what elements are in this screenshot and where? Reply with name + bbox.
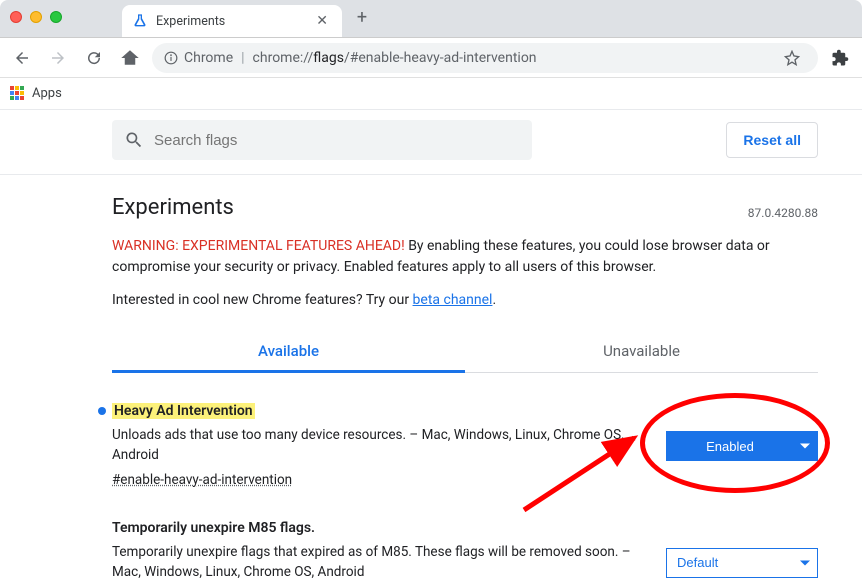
- beta-channel-link[interactable]: beta channel: [413, 292, 493, 308]
- modified-indicator-icon: [98, 407, 106, 415]
- page-title: Experiments: [112, 195, 234, 220]
- address-bar[interactable]: Chrome | chrome://flags/#enable-heavy-ad…: [152, 43, 818, 73]
- search-flags-input[interactable]: [154, 132, 520, 149]
- flask-icon: [132, 13, 148, 29]
- window-titlebar: Experiments ✕ +: [0, 0, 862, 38]
- home-button[interactable]: [116, 44, 144, 72]
- extensions-icon[interactable]: [826, 44, 854, 72]
- flag-hash[interactable]: #enable-heavy-ad-intervention: [112, 472, 292, 488]
- forward-button[interactable]: [44, 44, 72, 72]
- maximize-window-button[interactable]: [50, 11, 62, 23]
- search-icon: [124, 130, 144, 150]
- close-window-button[interactable]: [10, 11, 22, 23]
- bookmarks-bar: Apps: [0, 78, 862, 110]
- flag-state-select[interactable]: Default: [666, 548, 818, 578]
- divider: |: [241, 50, 244, 66]
- site-label: Chrome: [184, 50, 233, 66]
- url-text: chrome://flags/#enable-heavy-ad-interven…: [253, 50, 537, 66]
- flag-title: Heavy Ad Intervention: [112, 403, 646, 419]
- apps-label: Apps: [32, 86, 62, 101]
- minimize-window-button[interactable]: [30, 11, 42, 23]
- flag-row: Heavy Ad Intervention Unloads ads that u…: [112, 403, 818, 488]
- back-button[interactable]: [8, 44, 36, 72]
- search-flags-box[interactable]: [112, 120, 532, 160]
- tab-available[interactable]: Available: [112, 330, 465, 372]
- warning-text: WARNING: EXPERIMENTAL FEATURES AHEAD! By…: [112, 236, 818, 278]
- browser-tab[interactable]: Experiments ✕: [122, 5, 342, 37]
- traffic-lights: [10, 11, 62, 23]
- browser-toolbar: Chrome | chrome://flags/#enable-heavy-ad…: [0, 38, 862, 78]
- tab-unavailable[interactable]: Unavailable: [465, 330, 818, 372]
- reload-button[interactable]: [80, 44, 108, 72]
- page-content: Reset all Experiments 87.0.4280.88 WARNI…: [0, 110, 862, 582]
- apps-grid-icon: [10, 86, 26, 102]
- close-tab-icon[interactable]: ✕: [316, 13, 328, 29]
- interest-text: Interested in cool new Chrome features? …: [112, 292, 818, 308]
- apps-shortcut[interactable]: Apps: [10, 86, 62, 102]
- tab-title: Experiments: [156, 14, 316, 29]
- site-info-icon[interactable]: Chrome: [164, 50, 233, 66]
- flag-row: Temporarily unexpire M85 flags. Temporar…: [112, 520, 818, 582]
- chrome-version: 87.0.4280.88: [748, 206, 818, 220]
- reset-all-button[interactable]: Reset all: [726, 122, 818, 158]
- new-tab-button[interactable]: +: [348, 4, 376, 32]
- flag-title: Temporarily unexpire M85 flags.: [112, 520, 646, 536]
- bookmark-star-icon[interactable]: [778, 44, 806, 72]
- flag-state-select[interactable]: Enabled: [666, 431, 818, 461]
- flag-tabs: Available Unavailable: [112, 330, 818, 373]
- flag-description: Unloads ads that use too many device res…: [112, 425, 646, 466]
